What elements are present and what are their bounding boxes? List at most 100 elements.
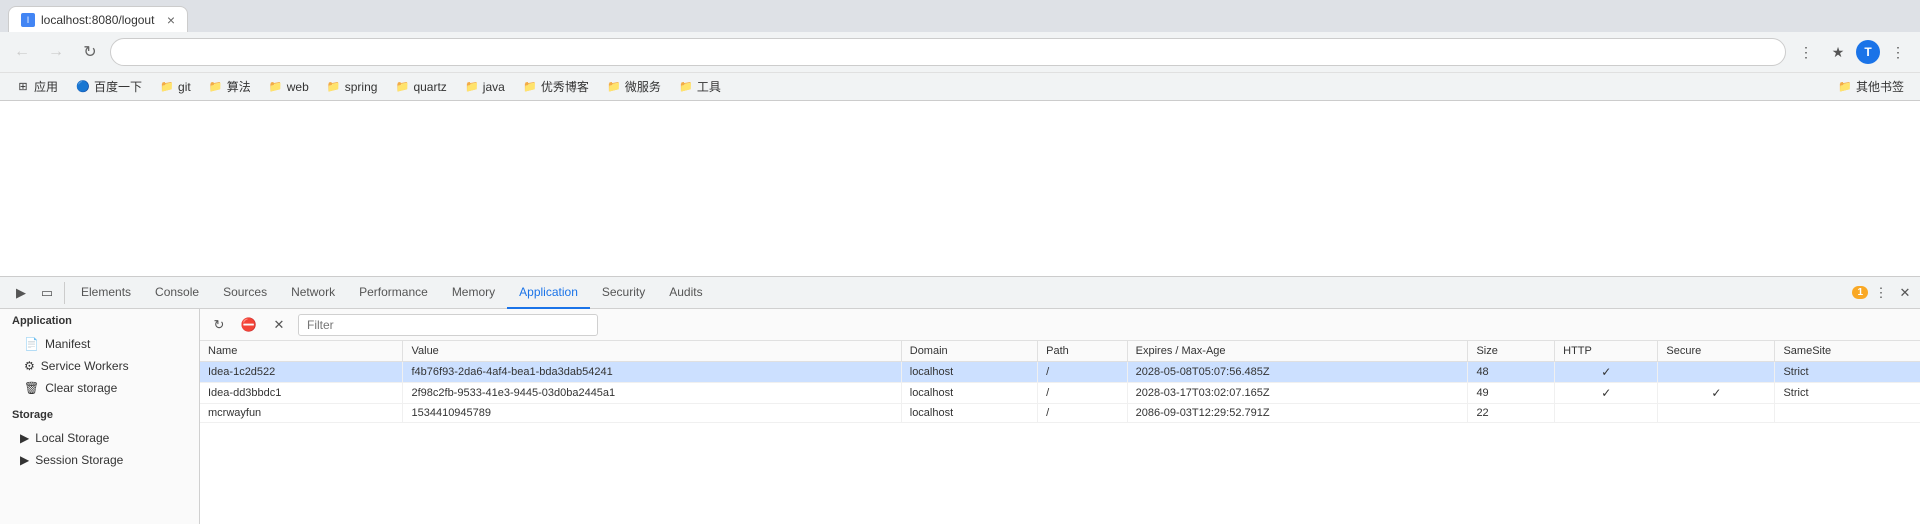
devtools-right-controls: 1 ⋮ ✕ [1852,282,1916,304]
sidebar-item-session-storage[interactable]: ▶ Session Storage [0,449,199,471]
extensions-button[interactable]: ⋮ [1792,38,1820,66]
bookmark-youxiuboke[interactable]: 📁 优秀博客 [515,76,597,97]
git-icon: 📁 [160,80,174,94]
col-header-domain[interactable]: Domain [901,341,1037,362]
cookie-table-container: Name Value Domain Path Expires / Max-Age… [200,341,1920,524]
bookmark-gongju[interactable]: 📁 工具 [671,76,729,97]
baidu-icon: 🔵 [76,80,90,94]
application-section-label: Application [12,315,72,327]
other-bookmarks-icon: 📁 [1838,80,1852,94]
devtools-body: Application 📄 Manifest ⚙ Service Workers… [0,309,1920,524]
bookmark-spring[interactable]: 📁 spring [319,78,386,96]
col-header-http[interactable]: HTTP [1555,341,1658,362]
toolbar-right-icons: ⋮ ★ T ⋮ [1792,38,1912,66]
bookmark-baidu-label: 百度一下 [94,78,142,95]
col-header-path[interactable]: Path [1038,341,1128,362]
tab-elements[interactable]: Elements [69,277,143,309]
bookmark-git-label: git [178,80,191,94]
clear-storage-icon: 🗑 [24,381,39,395]
other-bookmarks-label: 其他书签 [1856,78,1904,95]
cookie-toolbar: ↻ ⛔ ✕ [200,309,1920,341]
table-row[interactable]: Idea-dd3bbdc12f98c2fb-9533-41e3-9445-03d… [200,383,1920,404]
table-row[interactable]: Idea-1c2d522f4b76f93-2da6-4af4-bea1-bda3… [200,362,1920,383]
tab-bar: l localhost:8080/logout × [0,0,1920,32]
devtools-tab-bar: ▶ ▭ Elements Console Sources Network Per… [0,277,1920,309]
local-storage-expand-icon: ▶ [20,431,29,445]
sidebar-clear-storage-label: Clear storage [45,381,117,395]
tab-application-label: Application [519,285,578,299]
refresh-cookies-button[interactable]: ↻ [208,314,230,336]
tab-security[interactable]: Security [590,277,657,309]
weifuwu-icon: 📁 [607,80,621,94]
sidebar-item-manifest[interactable]: 📄 Manifest [0,333,199,355]
refresh-button[interactable]: ↻ [76,38,104,66]
bookmark-quartz-label: quartz [413,80,446,94]
bookmark-suanfa-label: 算法 [227,78,251,95]
bookmark-git[interactable]: 📁 git [152,78,199,96]
sidebar-application-header[interactable]: Application [0,309,199,333]
col-header-samesite[interactable]: SameSite [1775,341,1920,362]
tab-network-label: Network [291,285,335,299]
web-icon: 📁 [269,80,283,94]
more-button[interactable]: ⋮ [1884,38,1912,66]
tab-audits-label: Audits [669,285,702,299]
devtools-panel: ▶ ▭ Elements Console Sources Network Per… [0,276,1920,524]
bookmark-web[interactable]: 📁 web [261,78,317,96]
bookmark-button[interactable]: ★ [1824,38,1852,66]
table-row[interactable]: mcrwayfun1534410945789localhost/2086-09-… [200,404,1920,423]
inspect-element-button[interactable]: ▶ [10,282,32,304]
tab-audits[interactable]: Audits [657,277,714,309]
address-input[interactable]: localhost:8080/logout [110,38,1786,66]
col-header-name[interactable]: Name [200,341,403,362]
youxiuboke-icon: 📁 [523,80,537,94]
device-toggle-button[interactable]: ▭ [36,282,58,304]
gongju-icon: 📁 [679,80,693,94]
profile-icon[interactable]: T [1856,40,1880,64]
bookmark-quartz[interactable]: 📁 quartz [387,78,454,96]
tab-sources-label: Sources [223,285,267,299]
bookmark-apps[interactable]: ⊞ 应用 [8,76,66,97]
bookmark-suanfa[interactable]: 📁 算法 [201,76,259,97]
col-header-expires[interactable]: Expires / Max-Age [1127,341,1468,362]
java-icon: 📁 [465,80,479,94]
devtools-main-panel: ↻ ⛔ ✕ Name Value Domain Path Expires / M… [200,309,1920,524]
active-tab[interactable]: l localhost:8080/logout × [8,6,188,32]
filter-input[interactable] [298,314,598,336]
col-header-size[interactable]: Size [1468,341,1555,362]
tab-network[interactable]: Network [279,277,347,309]
bookmarks-bar: ⊞ 应用 🔵 百度一下 📁 git 📁 算法 📁 web 📁 spring 📁 … [0,72,1920,100]
tab-console-label: Console [155,285,199,299]
delete-cookie-button[interactable]: ✕ [268,314,290,336]
tab-performance-label: Performance [359,285,428,299]
tab-favicon: l [21,13,35,27]
tab-console[interactable]: Console [143,277,211,309]
tab-memory[interactable]: Memory [440,277,507,309]
col-header-secure[interactable]: Secure [1658,341,1775,362]
other-bookmarks[interactable]: 📁 其他书签 [1830,76,1912,97]
tab-memory-label: Memory [452,285,495,299]
col-header-value[interactable]: Value [403,341,901,362]
sidebar-item-service-workers[interactable]: ⚙ Service Workers [0,355,199,377]
warning-badge: 1 [1852,286,1868,299]
bookmark-spring-label: spring [345,80,378,94]
devtools-more-button[interactable]: ⋮ [1870,282,1892,304]
devtools-close-button[interactable]: ✕ [1894,282,1916,304]
tab-application[interactable]: Application [507,277,590,309]
devtools-sidebar: Application 📄 Manifest ⚙ Service Workers… [0,309,200,524]
bookmark-apps-label: 应用 [34,78,58,95]
tab-close-button[interactable]: × [167,12,175,28]
sidebar-item-clear-storage[interactable]: 🗑 Clear storage [0,377,199,399]
tab-sources[interactable]: Sources [211,277,279,309]
tab-performance[interactable]: Performance [347,277,440,309]
apps-icon: ⊞ [16,80,30,94]
bookmark-java-label: java [483,80,505,94]
clear-cookies-button[interactable]: ⛔ [238,314,260,336]
bookmark-java[interactable]: 📁 java [457,78,513,96]
forward-button[interactable]: → [42,38,70,66]
bookmark-weifuwu-label: 微服务 [625,78,661,95]
bookmark-baidu[interactable]: 🔵 百度一下 [68,76,150,97]
bookmark-weifuwu[interactable]: 📁 微服务 [599,76,669,97]
sidebar-item-local-storage[interactable]: ▶ Local Storage [0,427,199,449]
tab-elements-label: Elements [81,285,131,299]
back-button[interactable]: ← [8,38,36,66]
